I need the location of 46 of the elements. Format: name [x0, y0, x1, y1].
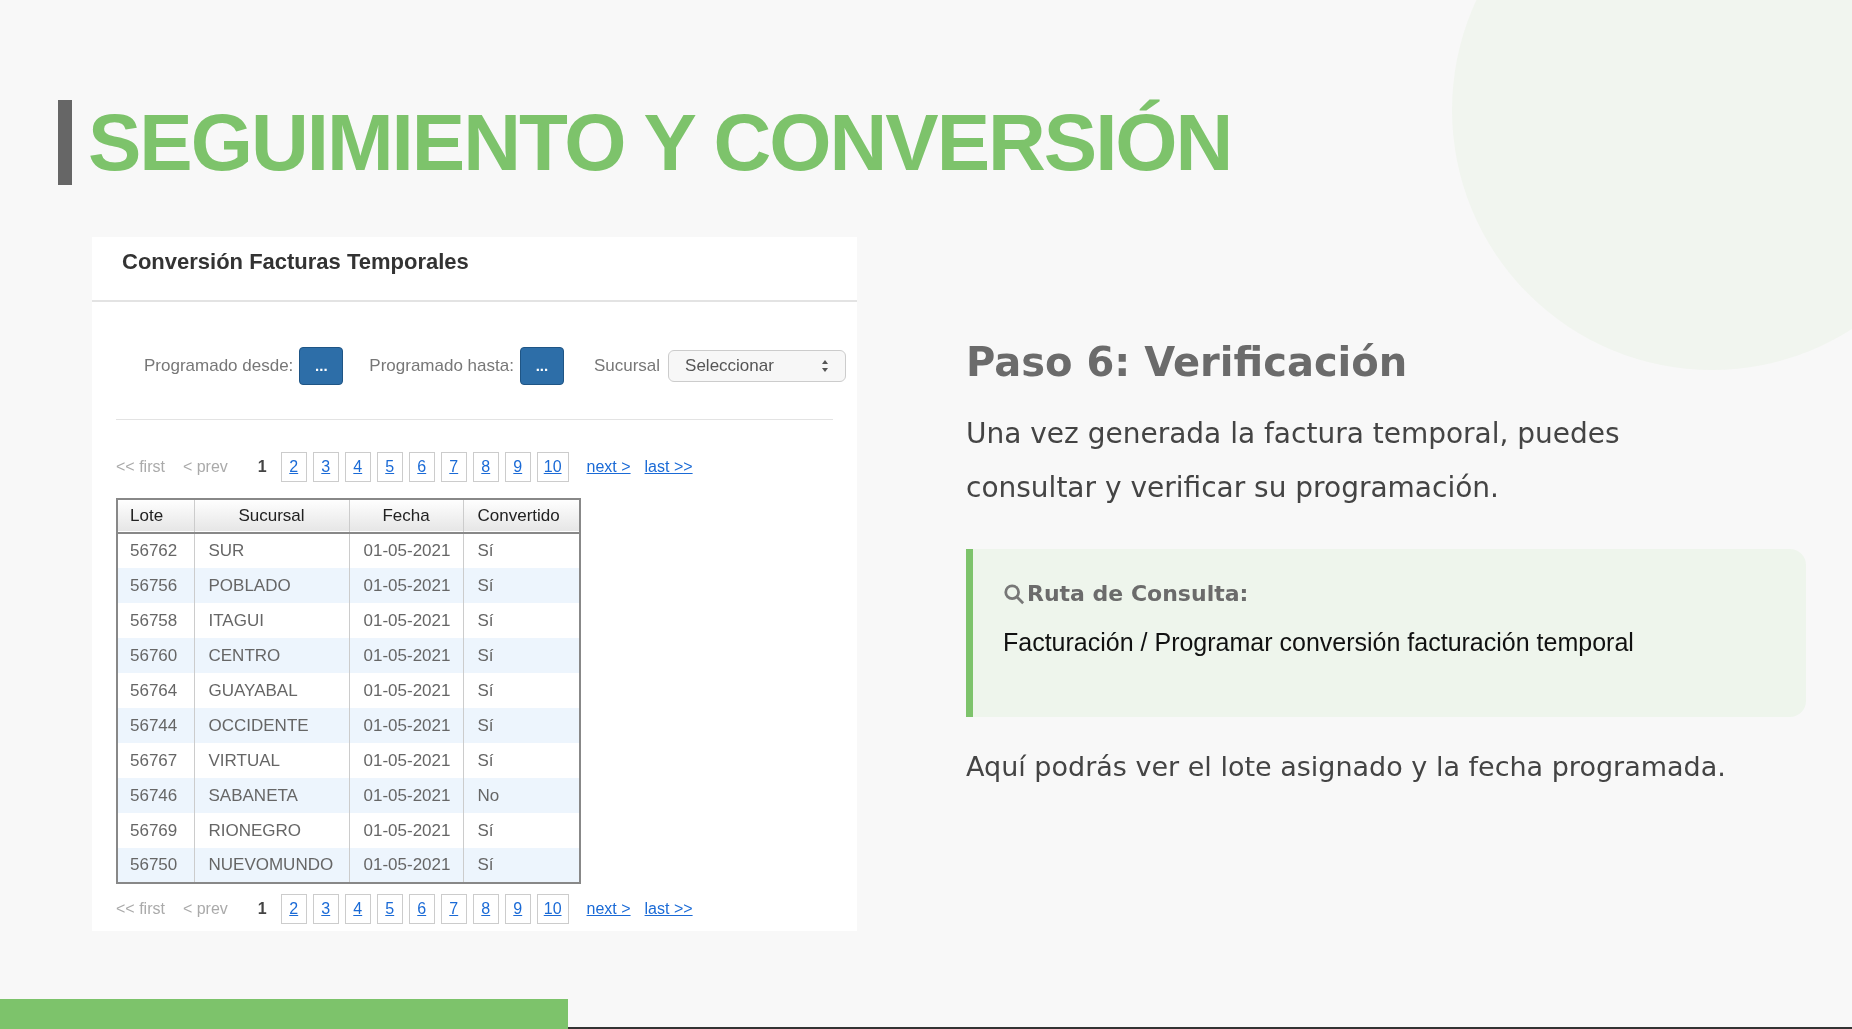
last-link[interactable]: last >> — [644, 897, 693, 921]
next-link[interactable]: next > — [586, 897, 631, 921]
page-link[interactable]: 5 — [376, 452, 403, 482]
page-link[interactable]: 5 — [376, 894, 403, 924]
column-header: Fecha — [349, 499, 463, 533]
table-cell: 56750 — [117, 848, 194, 883]
date-picker-button[interactable]: ... — [519, 347, 564, 385]
column-header: Sucursal — [194, 499, 349, 533]
select-arrows-icon — [821, 359, 830, 373]
search-icon — [1003, 582, 1025, 605]
page-link[interactable]: 7 — [440, 894, 467, 924]
table-cell: Sí — [463, 848, 580, 883]
page-link[interactable]: 8 — [472, 452, 499, 482]
step-intro: Una vez generada la factura temporal, puedes consultar y verificar su programación. — [966, 416, 1621, 506]
date-picker-button[interactable]: ... — [299, 347, 344, 385]
branch-select[interactable]: Seleccionar — [668, 350, 847, 382]
callout-title: Ruta de Consulta: — [1027, 580, 1249, 608]
page-link[interactable]: 3 — [312, 894, 339, 924]
table-cell: NUEVOMUNDO — [194, 848, 349, 883]
column-header: Convertido — [463, 499, 580, 533]
column-header: Lote — [117, 499, 194, 533]
app-title: Conversión Facturas Temporales — [122, 248, 470, 276]
page-link[interactable]: 7 — [440, 452, 467, 482]
filter-label: Programado desde: — [144, 355, 294, 378]
page-link[interactable]: 2 — [280, 894, 307, 924]
current-page: 1 — [256, 457, 268, 477]
step-outro: Aquí podrás ver el lote asignado y la fecha programada. — [966, 750, 1727, 784]
filter-label: Sucursal — [593, 355, 661, 378]
page-link[interactable]: 4 — [344, 452, 371, 482]
page-link[interactable]: 2 — [280, 452, 307, 482]
last-link[interactable]: last >> — [644, 455, 693, 479]
route-path: Facturación / Programar conversión facturación temporal — [1003, 627, 1635, 658]
page-link[interactable]: 3 — [312, 452, 339, 482]
page-link[interactable]: 9 — [504, 452, 531, 482]
page-link[interactable]: 6 — [408, 894, 435, 924]
page-link[interactable]: 10 — [536, 452, 569, 482]
table-cell: 01-05-2021 — [349, 848, 463, 883]
page-link[interactable]: 6 — [408, 452, 435, 482]
step-heading: Paso 6: Verificación — [966, 338, 1409, 387]
page-link[interactable]: 8 — [472, 894, 499, 924]
page-link[interactable]: 4 — [344, 894, 371, 924]
current-page: 1 — [256, 899, 268, 919]
page-link[interactable]: 9 — [504, 894, 531, 924]
page-link[interactable]: 10 — [536, 894, 569, 924]
next-link[interactable]: next > — [586, 455, 631, 479]
filter-label: Programado hasta: — [369, 355, 514, 378]
